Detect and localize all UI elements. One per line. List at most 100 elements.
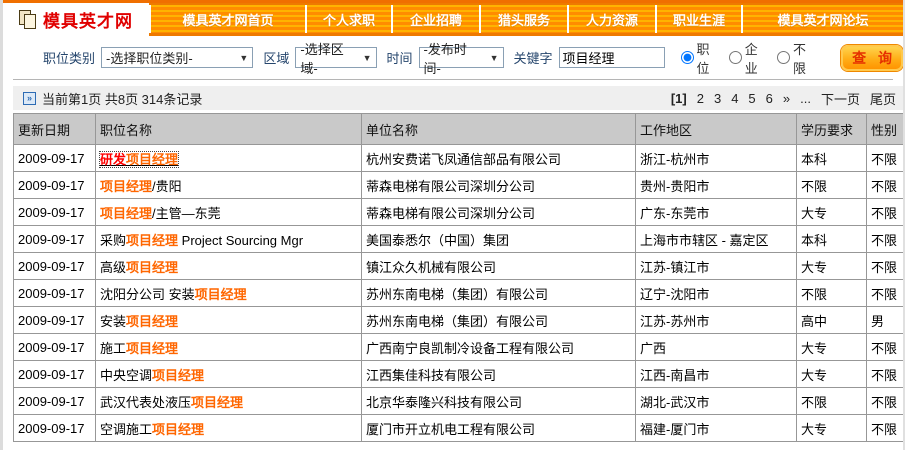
query-button[interactable]: 查 询 xyxy=(841,45,903,71)
table-row: 2009-09-17项目经理/主管—东莞蒂森电梯有限公司深圳分公司广东-东莞市大… xyxy=(14,199,905,226)
site-title: 模具英才网 xyxy=(43,7,133,32)
radio-label: 企业 xyxy=(745,39,769,77)
nav-tab-1[interactable]: 模具英才网首页 xyxy=(149,5,305,33)
cell-job-title: 高级项目经理 xyxy=(96,253,362,280)
title-text: 中央空调 xyxy=(100,368,152,383)
radio-option-不限[interactable]: 不限 xyxy=(777,39,817,77)
radio-option-企业[interactable]: 企业 xyxy=(729,39,769,77)
cell-area: 贵州-贵阳市 xyxy=(636,172,797,199)
job-table: 更新日期职位名称单位名称工作地区学历要求性别 2009-09-17 研发项目经理 杭… xyxy=(13,113,905,442)
page-link[interactable]: 2 xyxy=(697,91,704,106)
pagination-bar: » 当前第1页 共8页 314条记录 [1]23456»...下一页尾页 xyxy=(13,86,905,110)
chevron-down-icon: ▼ xyxy=(239,53,248,63)
radio-option-职位[interactable]: 职位 xyxy=(681,39,721,77)
nav-tab-6[interactable]: 职业生涯 xyxy=(655,5,741,33)
time-select[interactable]: -发布时间- ▼ xyxy=(419,47,504,68)
title-text: /贵阳 xyxy=(152,179,182,194)
keyword-label: 关键字 xyxy=(514,48,553,67)
cell-area: 上海市市辖区 - 嘉定区 xyxy=(636,226,797,253)
region-select[interactable]: -选择区域- ▼ xyxy=(295,47,376,68)
cell-gender: 不限 xyxy=(867,253,905,280)
cell-date: 2009-09-17 xyxy=(14,388,96,415)
job-title-link[interactable]: 研发项目经理 xyxy=(100,152,178,167)
search-target-group: 职位企业不限 xyxy=(681,39,818,77)
nav-tab-7[interactable]: 模具英才网论坛 xyxy=(741,5,903,33)
cell-company: 镇江众久机械有限公司 xyxy=(362,253,636,280)
job-title-link[interactable]: 项目经理/贵阳 xyxy=(100,179,182,194)
job-title-link[interactable]: 项目经理/主管—东莞 xyxy=(100,206,221,221)
keyword-input[interactable] xyxy=(559,47,665,68)
cell-education: 不限 xyxy=(797,388,867,415)
cell-area: 辽宁-沈阳市 xyxy=(636,280,797,307)
table-row: 2009-09-17项目经理/贵阳蒂森电梯有限公司深圳分公司贵州-贵阳市不限不限 xyxy=(14,172,905,199)
table-row: 2009-09-17研发项目经理杭州安费诺飞凤通信部品有限公司浙江-杭州市本科不… xyxy=(14,145,905,172)
job-title-link[interactable]: 安装项目经理 xyxy=(100,314,178,329)
page-link[interactable]: 下一页 xyxy=(821,89,860,108)
keyword-highlight: 项目经理 xyxy=(126,314,178,329)
title-text: 采购 xyxy=(100,233,126,248)
cell-company: 广西南宁良凯制冷设备工程有限公司 xyxy=(362,334,636,361)
nav-tab-4[interactable]: 猎头服务 xyxy=(479,5,567,33)
cell-date: 2009-09-17 xyxy=(14,307,96,334)
title-text: 高级 xyxy=(100,260,126,275)
column-header: 学历要求 xyxy=(797,114,867,145)
region-label: 区域 xyxy=(263,48,289,67)
cell-area: 福建-厦门市 xyxy=(636,415,797,442)
page-link[interactable]: 4 xyxy=(731,91,738,106)
column-header: 工作地区 xyxy=(636,114,797,145)
cell-education: 本科 xyxy=(797,145,867,172)
cell-area: 江西-南昌市 xyxy=(636,361,797,388)
column-header: 单位名称 xyxy=(362,114,636,145)
category-select[interactable]: -选择职位类别- ▼ xyxy=(101,47,253,68)
radio-职位[interactable] xyxy=(681,51,694,64)
cell-company: 杭州安费诺飞凤通信部品有限公司 xyxy=(362,145,636,172)
radio-企业[interactable] xyxy=(729,51,742,64)
cell-date: 2009-09-17 xyxy=(14,226,96,253)
pagination-links: [1]23456»...下一页尾页 xyxy=(671,89,896,108)
cell-date: 2009-09-17 xyxy=(14,280,96,307)
job-title-link[interactable]: 空调施工项目经理 xyxy=(100,422,204,437)
page: 模具英才网 模具英才网首页个人求职企业招聘猎头服务人力资源职业生涯模具英才网论坛… xyxy=(0,0,905,450)
page-link[interactable]: ... xyxy=(800,91,811,106)
cell-job-title: 项目经理/贵阳 xyxy=(96,172,362,199)
nav-tab-5[interactable]: 人力资源 xyxy=(567,5,655,33)
nav-tab-3[interactable]: 企业招聘 xyxy=(391,5,479,33)
cell-company: 厦门市开立机电工程有限公司 xyxy=(362,415,636,442)
cell-gender: 男 xyxy=(867,307,905,334)
table-header-row: 更新日期职位名称单位名称工作地区学历要求性别 xyxy=(14,114,905,145)
cell-gender: 不限 xyxy=(867,226,905,253)
cell-area: 广西 xyxy=(636,334,797,361)
cell-job-title: 中央空调项目经理 xyxy=(96,361,362,388)
job-title-link[interactable]: 高级项目经理 xyxy=(100,260,178,275)
cell-gender: 不限 xyxy=(867,361,905,388)
cell-area: 江苏-镇江市 xyxy=(636,253,797,280)
job-title-link[interactable]: 武汉代表处液压项目经理 xyxy=(100,395,243,410)
table-row: 2009-09-17施工项目经理广西南宁良凯制冷设备工程有限公司广西大专不限 xyxy=(14,334,905,361)
page-link[interactable]: 3 xyxy=(714,91,721,106)
page-link[interactable]: 5 xyxy=(748,91,755,106)
radio-label: 不限 xyxy=(793,39,817,77)
title-text: /主管—东莞 xyxy=(152,206,221,221)
job-title-link[interactable]: 沈阳分公司 安装项目经理 xyxy=(100,287,247,302)
job-title-link[interactable]: 施工项目经理 xyxy=(100,341,178,356)
cell-gender: 不限 xyxy=(867,145,905,172)
cell-gender: 不限 xyxy=(867,280,905,307)
nav-tabs: 模具英才网首页个人求职企业招聘猎头服务人力资源职业生涯模具英才网论坛 xyxy=(149,3,903,36)
title-text: Project Sourcing Mgr xyxy=(178,233,303,248)
job-title-link[interactable]: 采购项目经理 Project Sourcing Mgr xyxy=(100,233,303,248)
site-logo[interactable]: 模具英才网 xyxy=(3,3,149,36)
nav-tab-2[interactable]: 个人求职 xyxy=(305,5,391,33)
column-header: 更新日期 xyxy=(14,114,96,145)
page-link[interactable]: » xyxy=(783,91,790,106)
cell-education: 大专 xyxy=(797,415,867,442)
page-link[interactable]: 6 xyxy=(766,91,773,106)
page-link[interactable]: 尾页 xyxy=(870,89,896,108)
list-page-icon: » xyxy=(23,92,36,105)
job-title-link[interactable]: 中央空调项目经理 xyxy=(100,368,204,383)
radio-不限[interactable] xyxy=(777,51,790,64)
cell-job-title: 项目经理/主管—东莞 xyxy=(96,199,362,226)
divider-line xyxy=(13,79,893,80)
table-row: 2009-09-17沈阳分公司 安装项目经理苏州东南电梯（集团）有限公司辽宁-沈… xyxy=(14,280,905,307)
time-select-value: -发布时间- xyxy=(424,39,484,77)
table-row: 2009-09-17空调施工项目经理厦门市开立机电工程有限公司福建-厦门市大专不… xyxy=(14,415,905,442)
